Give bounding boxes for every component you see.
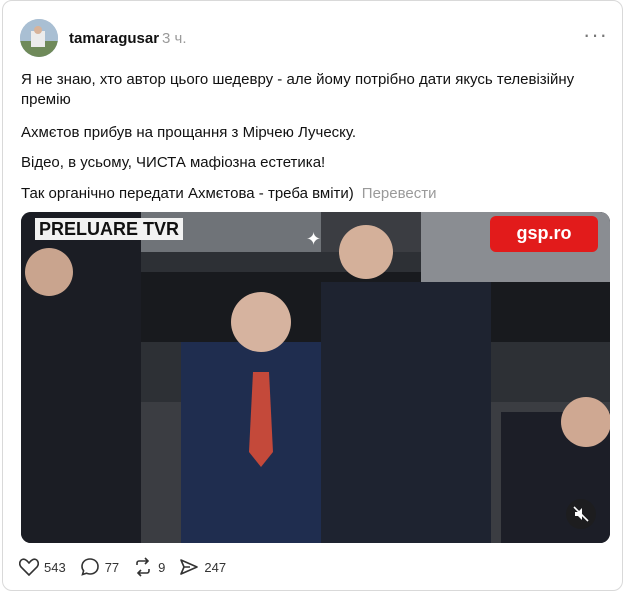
comment-count: 77 xyxy=(104,559,120,575)
translate-link[interactable]: Перевести xyxy=(362,185,437,202)
post-text-line-3: Відео, в усьому, ЧИСТА мафіозна естетика… xyxy=(21,154,326,171)
comment-icon xyxy=(80,558,99,576)
video-player[interactable]: PRELUARE TVR gsp.ro ✦ xyxy=(21,212,610,543)
mute-icon[interactable] xyxy=(566,499,596,529)
post-card: tamaragusar 3 ч. ··· Я не знаю, хто авто… xyxy=(2,0,623,591)
post-text-line-4-content: Так органічно передати Ахмєтова - треба … xyxy=(21,185,354,202)
repost-icon xyxy=(136,557,150,577)
share-icon xyxy=(180,559,199,575)
sparkle-icon[interactable]: ✦ xyxy=(306,229,321,250)
heart-icon xyxy=(19,558,39,576)
video-overlay-left: PRELUARE TVR xyxy=(35,218,184,240)
avatar[interactable] xyxy=(20,19,58,57)
like-count: 543 xyxy=(44,559,66,575)
video-frame xyxy=(21,212,610,543)
action-bar: 543 77 9 247 xyxy=(19,557,240,577)
username[interactable]: tamaragusar xyxy=(69,30,159,47)
post-text-line-1: Я не знаю, хто автор цього шедевру - але… xyxy=(21,71,575,108)
repost-button[interactable]: 9 xyxy=(133,557,165,577)
post-time: 3 ч. xyxy=(162,30,187,47)
share-count: 247 xyxy=(204,559,227,575)
comment-button[interactable]: 77 xyxy=(80,557,119,577)
post-text-line-2: Ахмєтов прибув на прощання з Мірчею Луче… xyxy=(21,124,357,141)
repost-count: 9 xyxy=(158,559,166,575)
share-button[interactable]: 247 xyxy=(179,557,226,577)
video-overlay-logo: gsp.ro xyxy=(490,216,598,252)
more-icon[interactable]: ··· xyxy=(583,24,608,46)
post-text-line-4: Так органічно передати Ахмєтова - треба … xyxy=(21,184,581,204)
like-button[interactable]: 543 xyxy=(19,558,66,576)
